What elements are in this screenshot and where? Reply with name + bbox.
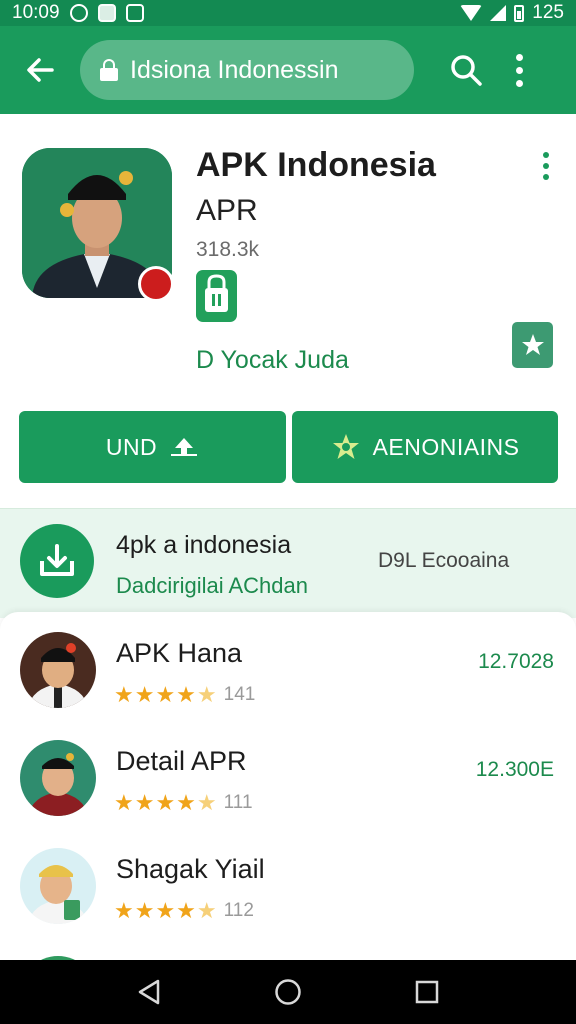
system-nav-bar <box>0 960 576 1024</box>
back-arrow-icon <box>27 58 54 82</box>
info-strip[interactable]: 4pk a indonesia Dadcirigilai AChdan D9L … <box>0 508 576 618</box>
app-list: APK Hana ★★★★★ 141 12.7028 Detail APR ★★… <box>0 612 576 960</box>
rating-count: 111 <box>223 792 253 813</box>
rating-stars-icon: ★★★★★ <box>114 790 218 815</box>
item-rating: ★★★★★ 141 <box>114 682 255 708</box>
status-time: 10:09 <box>12 2 60 23</box>
wishlist-button[interactable] <box>512 322 553 368</box>
gallery-icon <box>125 4 144 22</box>
wishlist-star-icon <box>521 334 544 355</box>
rating-stars-icon: ★★★★★ <box>114 898 218 923</box>
search-icon <box>451 55 482 86</box>
recommendations-button[interactable]: AENONIAINS <box>292 411 558 483</box>
item-title: Shagak Yiail <box>116 854 265 884</box>
notification-icon <box>97 4 116 22</box>
nav-home-icon <box>275 979 301 1005</box>
item-rating: ★★★★★ 112 <box>114 898 254 924</box>
avatar <box>20 848 96 924</box>
more-vert-icon <box>543 152 549 158</box>
install-label: UND <box>105 433 158 460</box>
shopping-bag-icon <box>196 270 237 322</box>
avatar <box>20 740 96 816</box>
nav-recents-button[interactable] <box>403 968 451 1016</box>
item-price: 12.7028 <box>478 650 554 673</box>
item-price: 12.300E <box>475 758 554 781</box>
install-arrow-icon <box>171 438 198 456</box>
list-item[interactable]: APK Hana ★★★★★ 141 12.7028 <box>0 614 576 722</box>
url-text: Idsiona Indonessin <box>130 55 339 84</box>
more-vert-icon <box>515 53 523 87</box>
search-button[interactable] <box>442 46 490 94</box>
app-header: APK Indonesia APR 318.3k D Yocak Juda UN… <box>0 114 576 508</box>
list-item[interactable] <box>0 938 576 960</box>
more-options-button[interactable] <box>504 46 534 94</box>
recommendations-label: AENONIAINS <box>372 433 520 460</box>
item-title: Detail APR <box>116 746 247 776</box>
info-strip-meta: D9L Ecooaina <box>378 549 510 572</box>
battery-icon <box>514 4 525 22</box>
back-button[interactable] <box>16 46 64 94</box>
status-left: 10:09 <box>12 2 144 24</box>
status-right: 125 <box>460 2 564 24</box>
download-icon <box>40 544 74 576</box>
info-strip-subtitle: Dadcirigilai AChdan <box>116 573 308 598</box>
app-more-button[interactable] <box>534 152 558 188</box>
badge-icon <box>138 266 174 302</box>
lock-icon <box>100 59 118 81</box>
item-title: APK Hana <box>116 638 243 668</box>
nav-back-icon <box>139 979 160 1005</box>
download-count: 318.3k <box>196 238 260 261</box>
status-bar: 10:09 125 <box>0 0 576 26</box>
list-item[interactable]: Detail APR ★★★★★ 111 12.300E <box>0 722 576 830</box>
info-strip-title: 4pk a indonesia <box>116 531 292 559</box>
rating-count: 141 <box>223 684 256 705</box>
nav-recents-icon <box>415 980 438 1004</box>
sync-icon <box>69 4 88 22</box>
rating-count: 112 <box>223 900 254 921</box>
app-bar: Idsiona Indonessin <box>0 26 576 114</box>
star-badge-icon <box>332 434 359 459</box>
url-bar[interactable]: Idsiona Indonessin <box>80 40 414 100</box>
app-subtitle: APR <box>196 194 258 227</box>
signal-icon <box>490 5 507 21</box>
battery-level: 125 <box>532 2 564 23</box>
developer-name[interactable]: D Yocak Juda <box>196 346 349 375</box>
download-button[interactable] <box>20 524 94 598</box>
list-item[interactable]: Shagak Yiail ★★★★★ 112 <box>0 830 576 938</box>
nav-home-button[interactable] <box>264 968 312 1016</box>
nav-back-button[interactable] <box>125 968 173 1016</box>
avatar <box>20 632 96 708</box>
app-title: APK Indonesia <box>196 146 436 184</box>
item-rating: ★★★★★ 111 <box>114 790 253 816</box>
install-button[interactable]: UND <box>19 411 286 483</box>
wifi-icon <box>460 5 483 21</box>
rating-stars-icon: ★★★★★ <box>114 682 218 707</box>
